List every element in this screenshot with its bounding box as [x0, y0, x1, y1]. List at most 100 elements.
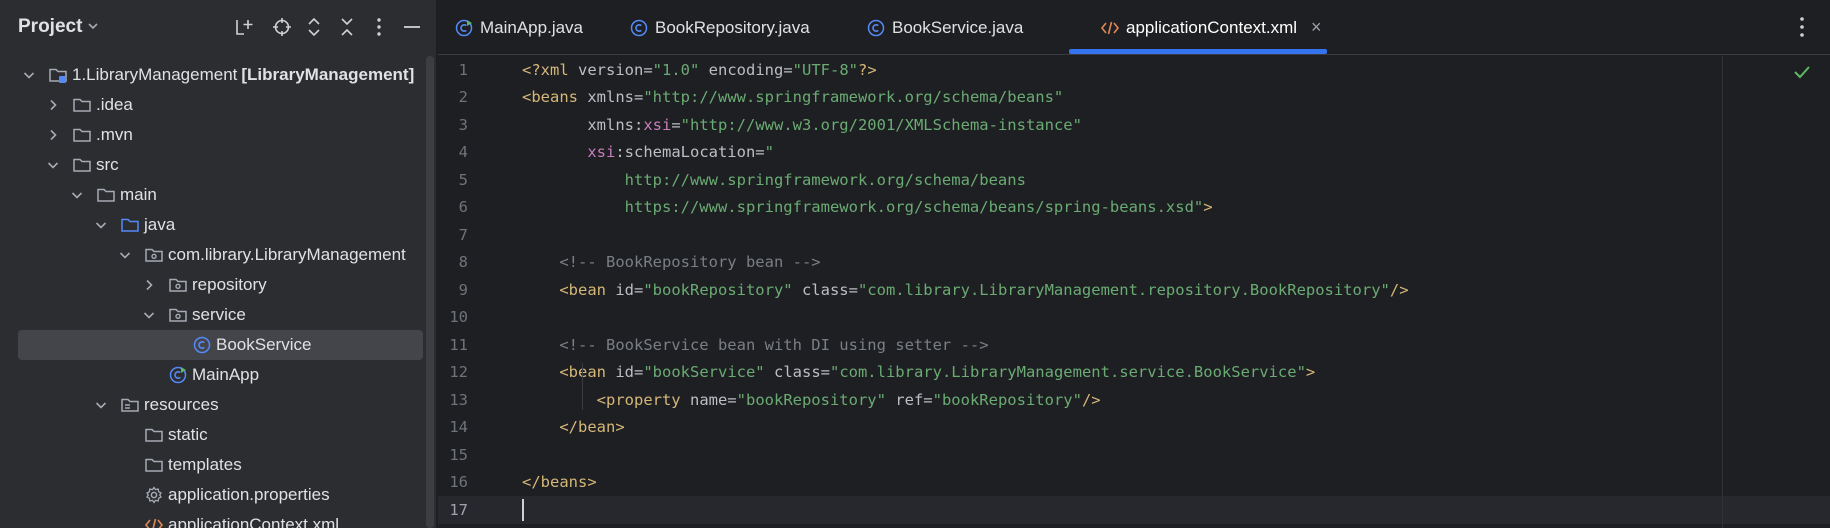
- text-caret: [522, 499, 524, 521]
- code-line[interactable]: 16 </beans>: [438, 469, 1830, 497]
- tab-applicationcontext-xml[interactable]: applicationContext.xml ×: [1100, 0, 1322, 55]
- chevron-down-icon[interactable]: [22, 68, 36, 82]
- tab-label: BookRepository.java: [655, 17, 810, 37]
- tree-item-src[interactable]: src: [0, 150, 437, 180]
- expand-all-icon[interactable]: [302, 15, 326, 39]
- hide-icon[interactable]: [400, 15, 424, 39]
- tree-scrollbar[interactable]: [426, 56, 434, 528]
- chevron-down-icon[interactable]: [142, 308, 156, 322]
- tree-item-main[interactable]: main: [0, 180, 437, 210]
- code-line[interactable]: 9 <bean id="bookRepository" class="com.l…: [438, 276, 1830, 304]
- code-text: https://www.springframework.org/schema/b…: [522, 198, 1213, 216]
- tab-bookrepository-java[interactable]: BookRepository.java: [629, 0, 810, 55]
- code-token: class=: [764, 363, 830, 382]
- code-line[interactable]: 14 </bean>: [438, 414, 1830, 442]
- code-token: =: [671, 115, 681, 134]
- code-token: "1.0": [652, 60, 700, 79]
- code-line[interactable]: 17: [438, 496, 1830, 524]
- code-line[interactable]: 4 xsi:schemaLocation=": [438, 139, 1830, 167]
- active-tab-indicator: [1069, 49, 1327, 54]
- code-line[interactable]: 10: [438, 304, 1830, 332]
- code-line[interactable]: 7: [438, 221, 1830, 249]
- code-line[interactable]: 12 <bean id="bookService" class="com.lib…: [438, 359, 1830, 387]
- chevron-down-icon[interactable]: [94, 218, 108, 232]
- tree-item-label: main: [120, 185, 157, 204]
- tree-item-application-properties[interactable]: application.properties: [0, 480, 437, 510]
- tree-item-label: .idea: [96, 95, 133, 114]
- code-token: "http://www.springframework.org/schema/b…: [643, 88, 1064, 107]
- chevron-right-icon[interactable]: [46, 128, 60, 142]
- tab-mainapp-java[interactable]: MainApp.java: [454, 0, 583, 55]
- tree-item-resources[interactable]: resources: [0, 390, 437, 420]
- tree-item-label: BookService: [216, 335, 312, 354]
- code-token: <bean: [559, 363, 616, 382]
- locate-icon[interactable]: [270, 15, 294, 39]
- tab-options-icon[interactable]: [1790, 14, 1814, 40]
- folder-icon: [144, 425, 168, 445]
- chevron-down-icon[interactable]: [70, 188, 84, 202]
- code-token: </bean>: [559, 418, 625, 437]
- tree-item-static[interactable]: static: [0, 420, 437, 450]
- tree-item-java[interactable]: java: [0, 210, 437, 240]
- code-token: class=: [792, 280, 858, 299]
- code-text: xsi:schemaLocation=": [522, 143, 774, 161]
- check-icon[interactable]: [1792, 62, 1812, 82]
- tree-item-project-root[interactable]: 1.LibraryManagement [LibraryManagement]: [0, 60, 437, 90]
- code-token: xmlns:: [587, 115, 644, 134]
- chevron-down-icon[interactable]: [94, 398, 108, 412]
- chevron-down-icon[interactable]: [86, 19, 100, 33]
- tree-item-idea[interactable]: .idea: [0, 90, 437, 120]
- tree-item-service[interactable]: service: [0, 300, 437, 330]
- code-line[interactable]: 3 xmlns:xsi="http://www.w3.org/2001/XMLS…: [438, 111, 1830, 139]
- code-line[interactable]: 13 <property name="bookRepository" ref="…: [438, 386, 1830, 414]
- code-token: id=: [615, 280, 644, 299]
- folder-icon: [144, 455, 168, 475]
- tree-item-repository[interactable]: repository: [0, 270, 437, 300]
- chevron-down-icon[interactable]: [118, 248, 132, 262]
- tree-item-label: application.properties: [168, 485, 330, 504]
- tree-item-mvn[interactable]: .mvn: [0, 120, 437, 150]
- tree-item-templates[interactable]: templates: [0, 450, 437, 480]
- line-number: 14: [449, 418, 468, 437]
- tab-bookservice-java[interactable]: BookService.java: [866, 0, 1023, 55]
- right-margin-guide: [1722, 56, 1723, 528]
- code-editor[interactable]: 1 <?xml version="1.0" encoding="UTF-8"?> 2…: [438, 56, 1830, 528]
- code-line[interactable]: 15: [438, 441, 1830, 469]
- chevron-down-icon[interactable]: [46, 158, 60, 172]
- code-token: />: [1081, 390, 1101, 409]
- line-number: 5: [458, 170, 468, 189]
- code-token: />: [1389, 280, 1409, 299]
- tree-item-mainapp[interactable]: MainApp: [0, 360, 437, 390]
- code-line[interactable]: 8 <!-- BookRepository bean -->: [438, 249, 1830, 277]
- tree-item-applicationcontext[interactable]: applicationContext.xml: [0, 510, 437, 528]
- chevron-right-icon[interactable]: [46, 98, 60, 112]
- new-file-icon[interactable]: [232, 15, 256, 39]
- code-line[interactable]: 1 <?xml version="1.0" encoding="UTF-8"?>: [438, 56, 1830, 84]
- source-folder-icon: [120, 215, 144, 235]
- options-icon[interactable]: [367, 15, 391, 39]
- code-token: ref=: [885, 390, 933, 409]
- tab-label: applicationContext.xml: [1126, 17, 1298, 37]
- class-icon: [629, 18, 655, 38]
- tree-item-bookservice[interactable]: BookService: [0, 330, 437, 360]
- code-line[interactable]: 11 <!-- BookService bean with DI using s…: [438, 331, 1830, 359]
- close-icon[interactable]: ×: [1311, 17, 1322, 38]
- code-line[interactable]: 5 http://www.springframework.org/schema/…: [438, 166, 1830, 194]
- code-line[interactable]: 6 https://www.springframework.org/schema…: [438, 194, 1830, 222]
- line-number: 10: [449, 308, 468, 327]
- code-line[interactable]: 2 <beans xmlns="http://www.springframewor…: [438, 84, 1830, 112]
- tree-item-label: 1.LibraryManagement: [72, 65, 238, 84]
- collapse-all-icon[interactable]: [335, 15, 359, 39]
- line-number: 1: [458, 60, 468, 79]
- code-text: </bean>: [522, 418, 625, 437]
- line-number: 13: [449, 390, 468, 409]
- project-tool-window: Project 1.LibraryManagement [LibraryManag…: [0, 0, 437, 528]
- editor-tab-bar: MainApp.java BookRepository.java BookServi…: [438, 0, 1830, 55]
- chevron-right-icon[interactable]: [142, 278, 156, 292]
- project-title[interactable]: Project: [18, 16, 82, 38]
- code-text: xmlns:xsi="http://www.w3.org/2001/XMLSch…: [522, 116, 1082, 134]
- tree-item-package[interactable]: com.library.LibraryManagement: [0, 240, 437, 270]
- tree-item-label: com.library.LibraryManagement: [168, 245, 406, 264]
